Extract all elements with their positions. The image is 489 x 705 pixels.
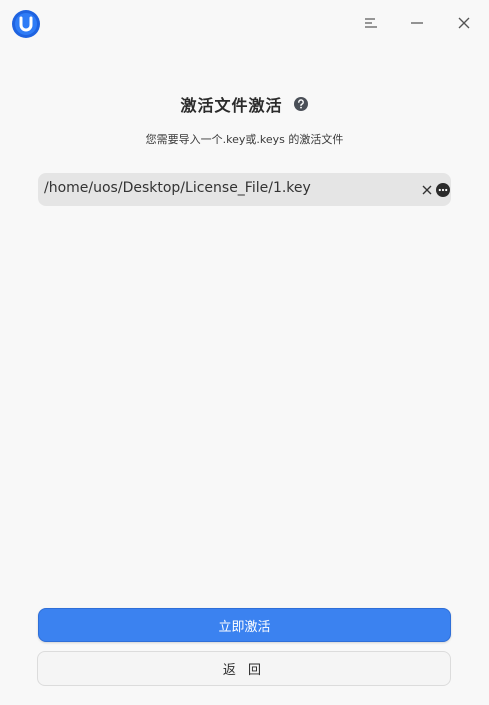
minimize-icon: [410, 15, 424, 34]
help-icon[interactable]: [293, 96, 309, 112]
back-button[interactable]: 返 回: [37, 651, 451, 686]
file-path-value[interactable]: /home/uos/Desktop/License_File/1.key: [44, 180, 311, 196]
uos-logo-icon: [12, 10, 40, 38]
title-bar: [0, 0, 489, 48]
menu-icon: [364, 15, 378, 34]
file-path-field[interactable]: /home/uos/Desktop/License_File/1.key: [38, 173, 451, 206]
more-icon[interactable]: [436, 182, 450, 197]
heading-row: 激活文件激活: [0, 92, 489, 116]
activate-now-button[interactable]: 立即激活: [38, 608, 451, 642]
minimize-button[interactable]: [401, 8, 433, 40]
menu-button[interactable]: [355, 8, 387, 40]
subtitle: 您需要导入一个.key或.keys 的激活文件: [145, 133, 344, 146]
close-icon: [457, 15, 471, 34]
page-title: 激活文件激活: [180, 96, 283, 115]
clear-icon[interactable]: [421, 182, 433, 196]
close-button[interactable]: [448, 8, 480, 40]
activation-window: 激活文件激活 您需要导入一个.key或.keys 的激活文件 /home/uos…: [0, 0, 489, 705]
